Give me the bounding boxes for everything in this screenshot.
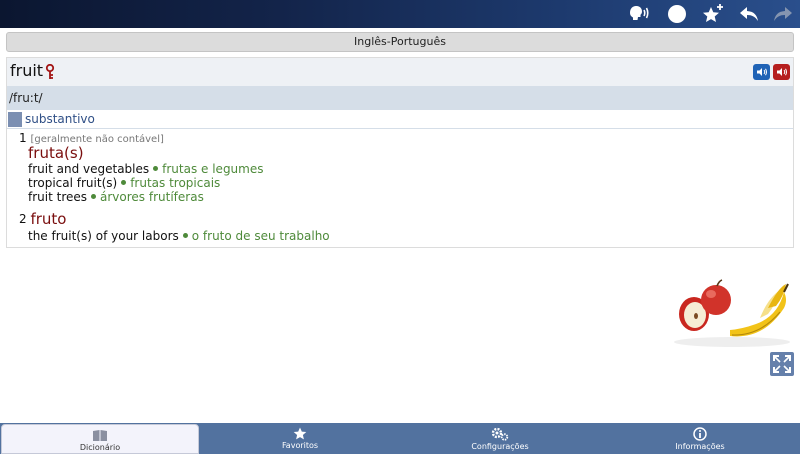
translation: fruto [30, 210, 67, 228]
bullet-icon [121, 180, 127, 185]
example-row: tropical fruit(s) frutas tropicais [28, 176, 220, 190]
part-of-speech: substantivo [25, 112, 95, 126]
tab-dictionary[interactable]: Dicionário [1, 424, 199, 454]
speaker-icon [756, 68, 767, 76]
bottom-tab-bar: Dicionário Favoritos Configurações Infor… [0, 423, 800, 454]
tab-label: Dicionário [79, 443, 121, 452]
example-pt: árvores frutíferas [100, 190, 204, 204]
info-icon [693, 427, 707, 441]
fruit-illustration [668, 278, 796, 348]
speak-icon[interactable] [626, 3, 652, 25]
forward-arrow-icon[interactable] [770, 3, 796, 25]
example-row: the fruit(s) of your labors o fruto de se… [28, 229, 330, 243]
top-toolbar [0, 0, 800, 28]
tab-label: Configurações [471, 442, 529, 451]
example-row: fruit and vegetables frutas e legumes [28, 162, 264, 176]
tab-label: Favoritos [281, 441, 319, 450]
pos-marker-icon [8, 112, 22, 127]
entry-panel: fruit /fru:t/ substantivo 1 [geralmente … [6, 57, 794, 248]
circle-icon[interactable] [664, 3, 690, 25]
sense-2: 2 fruto [19, 210, 66, 228]
sense-number: 1 [19, 131, 27, 145]
example-pt: frutas tropicais [130, 176, 221, 190]
language-pair-header: Inglês-Português [6, 32, 794, 52]
headword-row: fruit [7, 58, 793, 86]
tab-label: Informações [675, 442, 725, 451]
speaker-icon [776, 68, 787, 76]
sound-us-button[interactable] [773, 64, 790, 80]
bullet-icon [153, 166, 159, 171]
part-of-speech-row: substantivo [7, 110, 793, 129]
bullet-icon [182, 233, 188, 238]
example-pt: o fruto de seu trabalho [191, 229, 330, 243]
tab-settings[interactable]: Configurações [400, 423, 600, 454]
expand-icon [773, 355, 791, 373]
fullscreen-button[interactable] [770, 352, 794, 376]
translation: fruta(s) [28, 144, 84, 162]
headword: fruit [10, 61, 44, 80]
star-plus-icon[interactable] [700, 3, 726, 25]
sense-1: 1 [geralmente não contável] [19, 131, 164, 145]
bullet-icon [91, 194, 97, 199]
example-en: tropical fruit(s) [28, 176, 118, 190]
tab-information[interactable]: Informações [600, 423, 800, 454]
gears-icon [491, 427, 509, 441]
book-icon [93, 430, 107, 441]
example-row: fruit trees árvores frutíferas [28, 190, 204, 204]
sound-uk-button[interactable] [753, 64, 770, 80]
example-en: fruit trees [28, 190, 88, 204]
sense-number: 2 [19, 212, 27, 226]
example-pt: frutas e legumes [162, 162, 264, 176]
pronunciation: /fru:t/ [7, 86, 793, 110]
key-icon[interactable] [45, 63, 55, 80]
star-icon [293, 427, 307, 440]
tab-favorites[interactable]: Favoritos [200, 423, 400, 454]
example-en: fruit and vegetables [28, 162, 150, 176]
example-en: the fruit(s) of your labors [28, 229, 179, 243]
back-arrow-icon[interactable] [736, 3, 762, 25]
